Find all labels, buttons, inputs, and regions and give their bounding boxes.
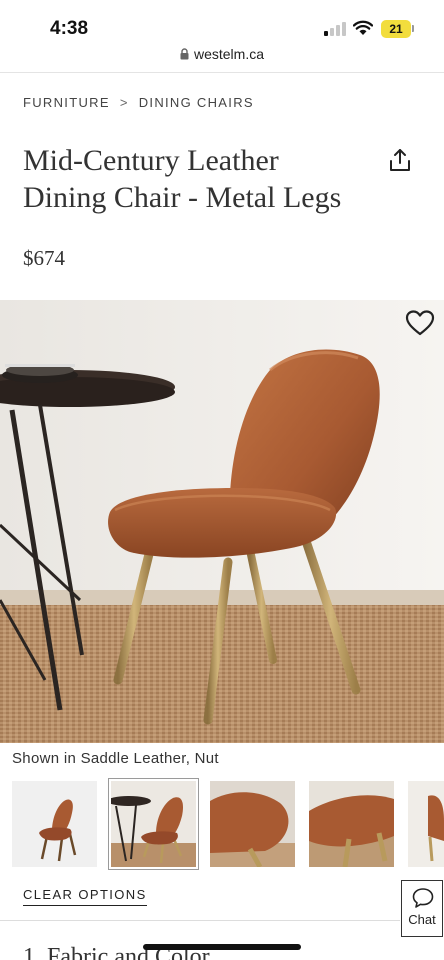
thumbnail[interactable] bbox=[210, 781, 295, 867]
signal-icon bbox=[324, 22, 346, 36]
battery-tip bbox=[412, 25, 414, 32]
address-bar[interactable]: westelm.ca bbox=[0, 46, 444, 68]
product-price: $674 bbox=[23, 246, 65, 270]
breadcrumb-separator: > bbox=[119, 95, 129, 110]
thumbnail[interactable] bbox=[309, 781, 394, 867]
thumbnail-strip bbox=[12, 778, 444, 870]
heart-icon[interactable] bbox=[405, 309, 435, 337]
breadcrumb-furniture[interactable]: FURNITURE bbox=[23, 95, 110, 110]
breadcrumb: FURNITURE > DINING CHAIRS bbox=[23, 95, 254, 110]
divider bbox=[0, 920, 400, 921]
divider bbox=[0, 72, 444, 73]
thumbnail[interactable] bbox=[408, 781, 444, 867]
share-icon[interactable] bbox=[387, 147, 413, 173]
product-title: Mid-Century Leather Dining Chair - Metal… bbox=[23, 142, 373, 216]
chat-icon bbox=[412, 888, 434, 908]
chat-label: Chat bbox=[408, 912, 436, 927]
shown-in-caption: Shown in Saddle Leather, Nut bbox=[12, 750, 219, 767]
product-title-line1: Mid-Century Leather bbox=[23, 144, 279, 177]
url-text: westelm.ca bbox=[193, 46, 265, 62]
battery-icon: 21 bbox=[381, 20, 411, 38]
product-title-line2: Dining Chair - Metal Legs bbox=[23, 181, 342, 214]
product-image[interactable] bbox=[0, 300, 444, 743]
home-indicator[interactable] bbox=[143, 944, 301, 950]
chat-button[interactable]: Chat bbox=[401, 880, 443, 937]
clear-options-link[interactable]: CLEAR OPTIONS bbox=[23, 887, 147, 906]
thumbnail[interactable] bbox=[12, 781, 97, 867]
breadcrumb-dining-chairs[interactable]: DINING CHAIRS bbox=[139, 95, 254, 110]
wifi-icon bbox=[353, 20, 373, 35]
thumbnail[interactable] bbox=[108, 778, 199, 870]
lock-icon bbox=[180, 48, 189, 60]
status-time: 4:38 bbox=[50, 18, 89, 39]
status-bar: 4:38 21 bbox=[0, 0, 444, 44]
